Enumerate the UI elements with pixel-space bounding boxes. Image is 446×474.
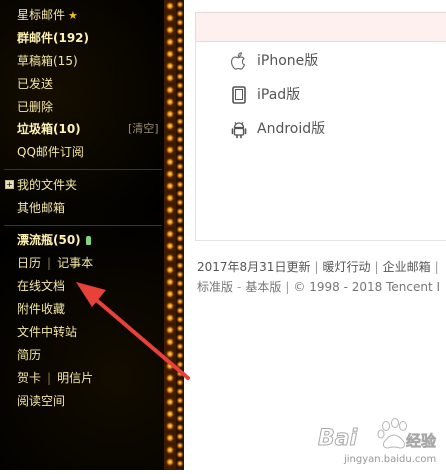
- sidebar-item-resume[interactable]: 简历: [17, 345, 41, 365]
- sidebar-item-calendar[interactable]: 日历: [17, 256, 41, 270]
- sidebar-item-label: 草稿箱(15): [17, 54, 78, 68]
- sidebar-item-label: 漂流瓶(50): [17, 233, 81, 247]
- sidebar-item-greeting-card[interactable]: 贺卡: [17, 371, 41, 385]
- apple-icon: [230, 52, 245, 70]
- sidebar-item-reading-space[interactable]: 阅读空间: [17, 391, 65, 411]
- sidebar-item-calendar-row: 日历 | 记事本: [17, 253, 93, 273]
- bottle-icon: [85, 236, 91, 245]
- app-label: Android版: [257, 121, 326, 137]
- sidebar: 星标邮件 ★ 群邮件(192) 草稿箱(15) 已发送 已删除 垃圾箱(10) […: [0, 0, 166, 470]
- sidebar-item-label: 垃圾箱(10): [17, 122, 81, 136]
- footer-separator: |: [434, 260, 439, 274]
- sidebar-item-label: 星标邮件: [17, 8, 66, 22]
- decorative-lights: [164, 0, 176, 470]
- sidebar-item-label: 附件收藏: [17, 302, 66, 316]
- sidebar-item-attachments[interactable]: 附件收藏: [17, 299, 65, 319]
- sidebar-item-drift-bottle[interactable]: 漂流瓶(50): [17, 230, 91, 250]
- sidebar-separator: |: [47, 256, 52, 270]
- copyright-text: © 1998 - 2018 Tencent I: [293, 280, 441, 294]
- sidebar-item-label: 其他邮箱: [17, 201, 66, 215]
- clear-spam-link[interactable]: [清空]: [128, 119, 159, 139]
- expand-icon[interactable]: +: [5, 180, 14, 189]
- app-label: iPhone版: [257, 53, 319, 69]
- footer-separator: |: [374, 260, 379, 274]
- sidebar-divider: [4, 225, 162, 226]
- decorative-lights: [176, 0, 184, 470]
- sidebar-item-other-mailboxes[interactable]: 其他邮箱: [17, 198, 65, 218]
- main-content: iPhone版 iPad版 Android版 2017年8月31日更新 | 暖灯…: [184, 0, 446, 470]
- sidebar-item-online-docs[interactable]: 在线文档: [17, 276, 65, 296]
- sidebar-item-deleted[interactable]: 已删除: [17, 97, 53, 117]
- sidebar-item-cards-row: 贺卡 | 明信片: [17, 368, 93, 388]
- enterprise-mail-link[interactable]: 企业邮箱: [383, 260, 431, 274]
- footer-dash: -: [237, 280, 242, 294]
- sidebar-item-label: 阅读空间: [17, 394, 66, 408]
- sidebar-item-starred[interactable]: 星标邮件 ★: [17, 5, 78, 25]
- sidebar-divider: [4, 169, 162, 170]
- sidebar-item-label: 已发送: [17, 77, 54, 91]
- sidebar-item-group-mail[interactable]: 群邮件(192): [17, 28, 89, 48]
- mobile-apps-panel: iPhone版 iPad版 Android版: [195, 40, 446, 241]
- sidebar-item-label: 简历: [17, 348, 42, 362]
- sidebar-item-spam[interactable]: 垃圾箱(10): [17, 119, 81, 139]
- tablet-icon: [232, 86, 246, 104]
- footer-separator: |: [285, 280, 290, 294]
- sidebar-item-file-transfer[interactable]: 文件中转站: [17, 322, 77, 342]
- android-icon: [231, 122, 247, 139]
- footer-separator: |: [314, 260, 319, 274]
- sidebar-item-label: 在线文档: [17, 279, 66, 293]
- sidebar-item-label: 已删除: [17, 100, 54, 114]
- basic-version-link[interactable]: 基本版: [245, 280, 281, 294]
- footer-links: 2017年8月31日更新 | 暖灯行动 | 企业邮箱 |: [197, 258, 443, 276]
- star-icon: ★: [68, 9, 78, 22]
- warm-light-link[interactable]: 暖灯行动: [323, 260, 371, 274]
- sidebar-item-label: 文件中转站: [17, 325, 78, 339]
- sidebar-item-notebook[interactable]: 记事本: [57, 256, 93, 270]
- sidebar-separator: |: [47, 371, 52, 385]
- footer-version-links: 标准版 - 基本版 | © 1998 - 2018 Tencent I: [197, 278, 440, 296]
- sidebar-item-label: 我的文件夹: [17, 178, 78, 192]
- standard-version-link[interactable]: 标准版: [197, 280, 233, 294]
- content-header-bar: [195, 12, 446, 42]
- sidebar-item-sent[interactable]: 已发送: [17, 74, 53, 94]
- update-date-link[interactable]: 2017年8月31日更新: [197, 260, 310, 274]
- app-label: iPad版: [257, 87, 301, 103]
- sidebar-item-label: QQ邮件订阅: [17, 145, 84, 159]
- sidebar-item-drafts[interactable]: 草稿箱(15): [17, 51, 78, 71]
- sidebar-item-label: 群邮件(192): [17, 31, 90, 45]
- sidebar-item-qq-subscription[interactable]: QQ邮件订阅: [17, 142, 84, 162]
- sidebar-item-postcard[interactable]: 明信片: [57, 371, 93, 385]
- sidebar-item-my-folders[interactable]: 我的文件夹: [17, 175, 77, 195]
